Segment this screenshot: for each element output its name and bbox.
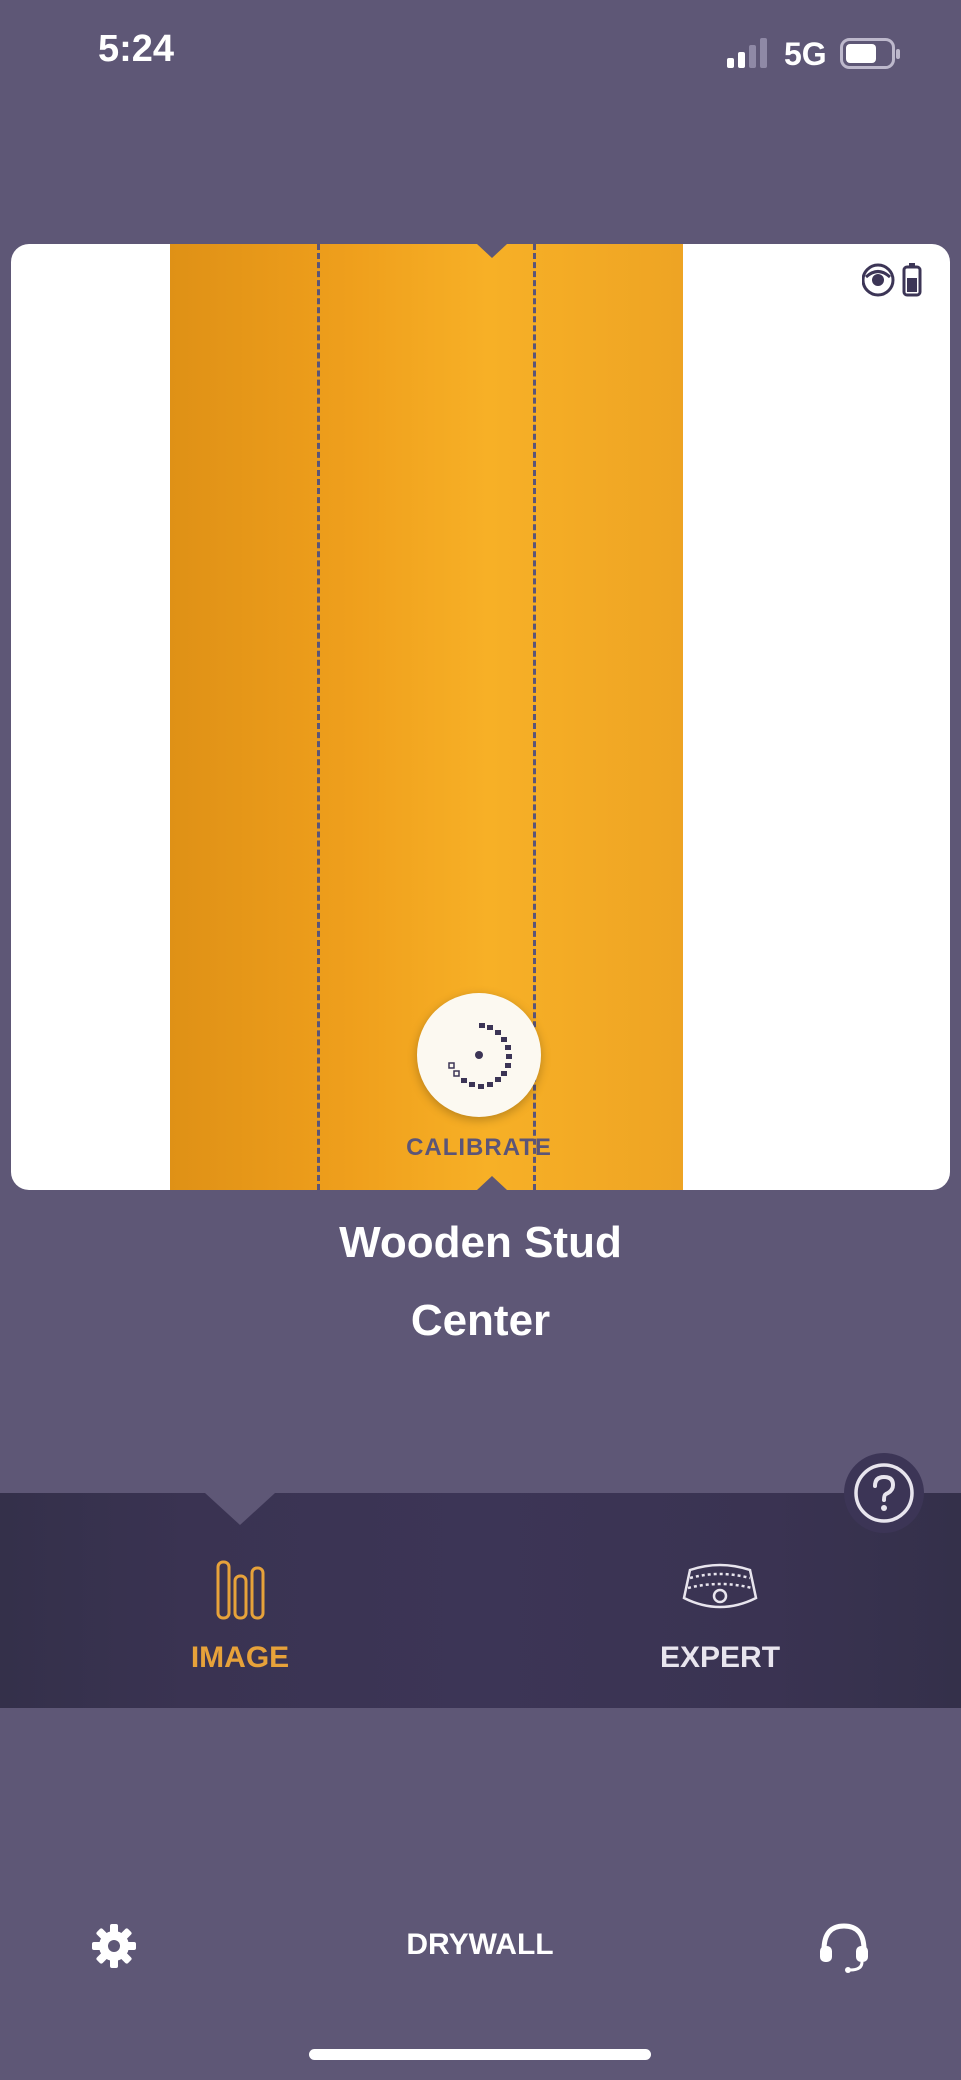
surface-selector[interactable]: DRYWALL	[330, 1928, 630, 1962]
calibrate-button[interactable]	[417, 993, 541, 1117]
center-marker-top	[477, 244, 507, 258]
detected-material: Wooden Stud	[339, 1218, 622, 1267]
calibrate-label: CALIBRATE	[406, 1134, 552, 1161]
tab-expert[interactable]: EXPERT	[570, 1493, 870, 1708]
radar-scan-icon	[682, 1563, 758, 1609]
tab-image-label: IMAGE	[190, 1641, 290, 1674]
tab-expert-label: EXPERT	[659, 1641, 781, 1674]
device-status-icons	[862, 263, 922, 297]
sensor-eye-icon	[862, 263, 895, 297]
help-button[interactable]	[844, 1453, 924, 1533]
headset-support-icon[interactable]	[816, 1918, 872, 1974]
calibrate-dial-icon	[448, 1023, 512, 1089]
stud-bars-icon	[216, 1560, 265, 1620]
cellular-signal-icon	[727, 38, 767, 68]
home-indicator	[309, 2049, 651, 2060]
scan-view: CALIBRATE	[11, 244, 950, 1190]
center-marker-bottom	[477, 1176, 507, 1190]
stud-edge-line-left	[317, 244, 320, 1190]
help-icon	[854, 1463, 914, 1523]
status-time: 5:24	[98, 28, 175, 70]
battery-icon	[840, 38, 900, 69]
tab-image[interactable]: IMAGE	[90, 1493, 390, 1708]
status-bar: 5:24 5G	[0, 0, 961, 110]
network-type: 5G	[784, 36, 827, 72]
gear-icon[interactable]	[90, 1922, 138, 1970]
device-battery-icon	[902, 263, 922, 297]
detected-position: Center	[410, 1296, 551, 1345]
